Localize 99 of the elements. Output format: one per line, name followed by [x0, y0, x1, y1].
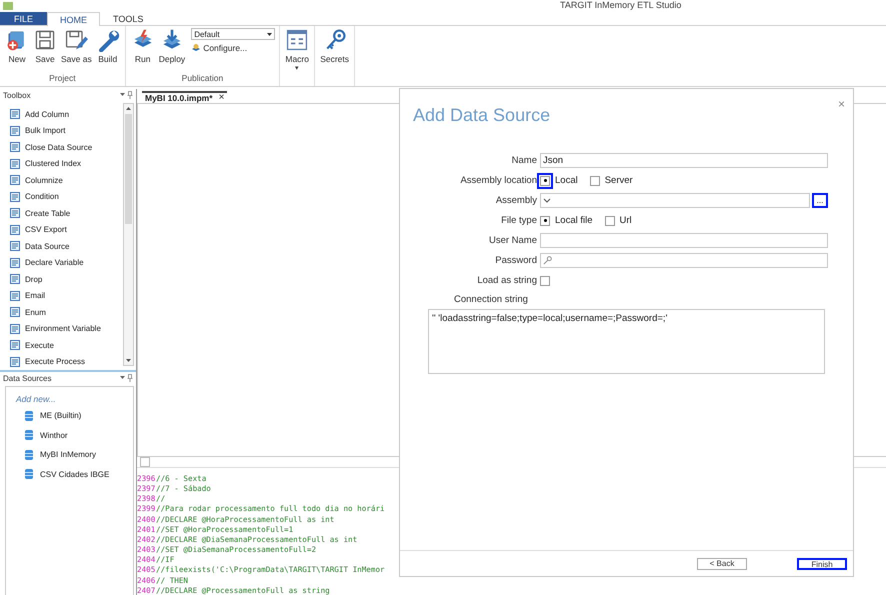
tool-icon	[10, 192, 20, 202]
radio-button[interactable]	[540, 216, 550, 226]
connection-string-field[interactable]: '' 'loadasstring=false;type=local;username=;Password=;'	[428, 309, 825, 374]
profile-dropdown[interactable]: Default	[191, 28, 276, 40]
tool-icon	[10, 258, 20, 268]
field-label: Password	[494, 254, 537, 268]
add-new-link[interactable]: Add new...	[16, 391, 133, 406]
caret-icon	[267, 32, 272, 36]
ribbon-button[interactable]: Build	[94, 28, 121, 73]
radio-button[interactable]	[590, 176, 600, 186]
panel-title: Toolbox	[3, 91, 31, 101]
browse-button[interactable]: ...	[812, 193, 828, 208]
saveas-icon	[64, 28, 88, 52]
tool-icon	[10, 241, 20, 252]
toolbox-item[interactable]: Execute	[10, 337, 123, 354]
dialog-title: Add Data Source	[413, 105, 552, 127]
tool-icon	[10, 274, 20, 284]
ribbon-tab[interactable]: FILE	[0, 12, 48, 25]
radio-button[interactable]	[604, 216, 614, 226]
ribbon-button[interactable]: Secrets	[319, 28, 350, 73]
connection-item[interactable]: Winthor	[16, 426, 133, 445]
field-label: User Name	[488, 234, 537, 248]
ribbon-button[interactable]: New	[4, 28, 30, 73]
database-icon	[24, 448, 34, 461]
radio-label: Local	[555, 175, 578, 186]
panel-title: Data Sources	[3, 374, 52, 384]
pin-icon[interactable]	[120, 374, 133, 382]
text-field[interactable]	[540, 233, 828, 248]
connection-item[interactable]: MyBI InMemory	[16, 445, 133, 464]
toolbox-item[interactable]: Close Data Source	[10, 139, 123, 156]
radio-label: Url	[620, 215, 632, 226]
password-field[interactable]	[540, 253, 828, 268]
text-field[interactable]: Json	[540, 153, 828, 168]
toolbox-item[interactable]: Bulk Import	[10, 122, 123, 139]
close-tab-button[interactable]: ×	[218, 92, 224, 103]
toolbox-item[interactable]: CSV Export	[10, 222, 123, 238]
scrollbar[interactable]	[123, 103, 134, 366]
tool-icon	[10, 175, 20, 186]
chevron-icon	[543, 198, 551, 204]
field-label: Connection string	[454, 294, 529, 305]
ribbon-tab[interactable]: TOOLS	[100, 12, 156, 25]
radio-label: Server	[604, 175, 633, 186]
configure-link[interactable]: Configure...	[191, 43, 276, 53]
ribbon-button[interactable]: Run	[130, 28, 156, 73]
database-icon	[24, 468, 34, 480]
tool-icon	[10, 109, 20, 120]
toolbox-item[interactable]: Create Table	[10, 205, 123, 222]
toolbox-item[interactable]: Columnize	[10, 172, 123, 188]
ribbon-button[interactable]: Deploy	[158, 28, 186, 73]
toolbox-item[interactable]: Email	[10, 288, 123, 304]
tool-icon	[10, 158, 20, 169]
ribbon-button[interactable]: Save	[32, 28, 58, 73]
toolbox-item[interactable]: Condition	[10, 188, 123, 205]
connection-item[interactable]: CSV Cidades IBGE	[16, 464, 133, 484]
scroll-down-icon[interactable]	[126, 359, 131, 362]
document-tab[interactable]: MyBI 10.0.impm* ×	[142, 90, 228, 103]
macro-icon	[285, 28, 310, 52]
tool-icon	[10, 307, 20, 318]
toolbox-item[interactable]: Execute Process	[10, 354, 123, 370]
scroll-up-icon[interactable]	[126, 107, 131, 110]
toolbox-item[interactable]: Environment Variable	[10, 320, 123, 337]
save-icon	[33, 28, 57, 52]
app-icon	[3, 2, 13, 10]
tool-icon	[10, 290, 20, 301]
tool-icon	[10, 208, 20, 218]
checkbox[interactable]	[540, 276, 550, 286]
field-label: Load as string	[476, 274, 537, 288]
database-icon	[24, 410, 34, 422]
tool-icon	[10, 356, 20, 367]
window-title: TARGIT InMemory ETL Studio	[560, 0, 682, 11]
field-label: File type	[500, 214, 537, 228]
collapse-icon[interactable]	[140, 456, 150, 467]
group-label: Publication	[180, 73, 224, 85]
tool-icon	[10, 224, 20, 235]
toolbox-item[interactable]: Enum	[10, 304, 123, 320]
tool-icon	[10, 126, 20, 136]
database-icon	[24, 429, 34, 442]
tool-icon	[10, 340, 20, 350]
close-button[interactable]: ×	[838, 99, 845, 109]
radio-button[interactable]	[540, 176, 550, 186]
tool-icon	[10, 142, 20, 152]
toolbox-item[interactable]: Drop	[10, 271, 123, 288]
dialog-button[interactable]: Finish	[797, 558, 847, 570]
pin-icon[interactable]	[120, 91, 133, 99]
radio-label: Local file	[555, 215, 592, 226]
field-label: Name	[510, 154, 537, 168]
tool-icon	[10, 324, 20, 334]
field-label: Assembly location	[459, 174, 537, 188]
toolbox-item[interactable]: Declare Variable	[10, 254, 123, 271]
group-label: Project	[48, 73, 77, 85]
toolbox-item[interactable]: Add Column	[10, 106, 123, 122]
ribbon-button[interactable]: Save as	[60, 28, 93, 73]
connection-item[interactable]: ME (Builtin)	[16, 406, 133, 426]
toolbox-item[interactable]: Data Source	[10, 238, 123, 254]
ribbon-tab[interactable]: HOME	[47, 12, 100, 26]
field-label: Assembly	[494, 194, 537, 208]
assembly-dropdown[interactable]	[540, 193, 810, 208]
dialog-button[interactable]: < Back	[697, 558, 747, 570]
toolbox-item[interactable]: Clustered Index	[10, 156, 123, 172]
